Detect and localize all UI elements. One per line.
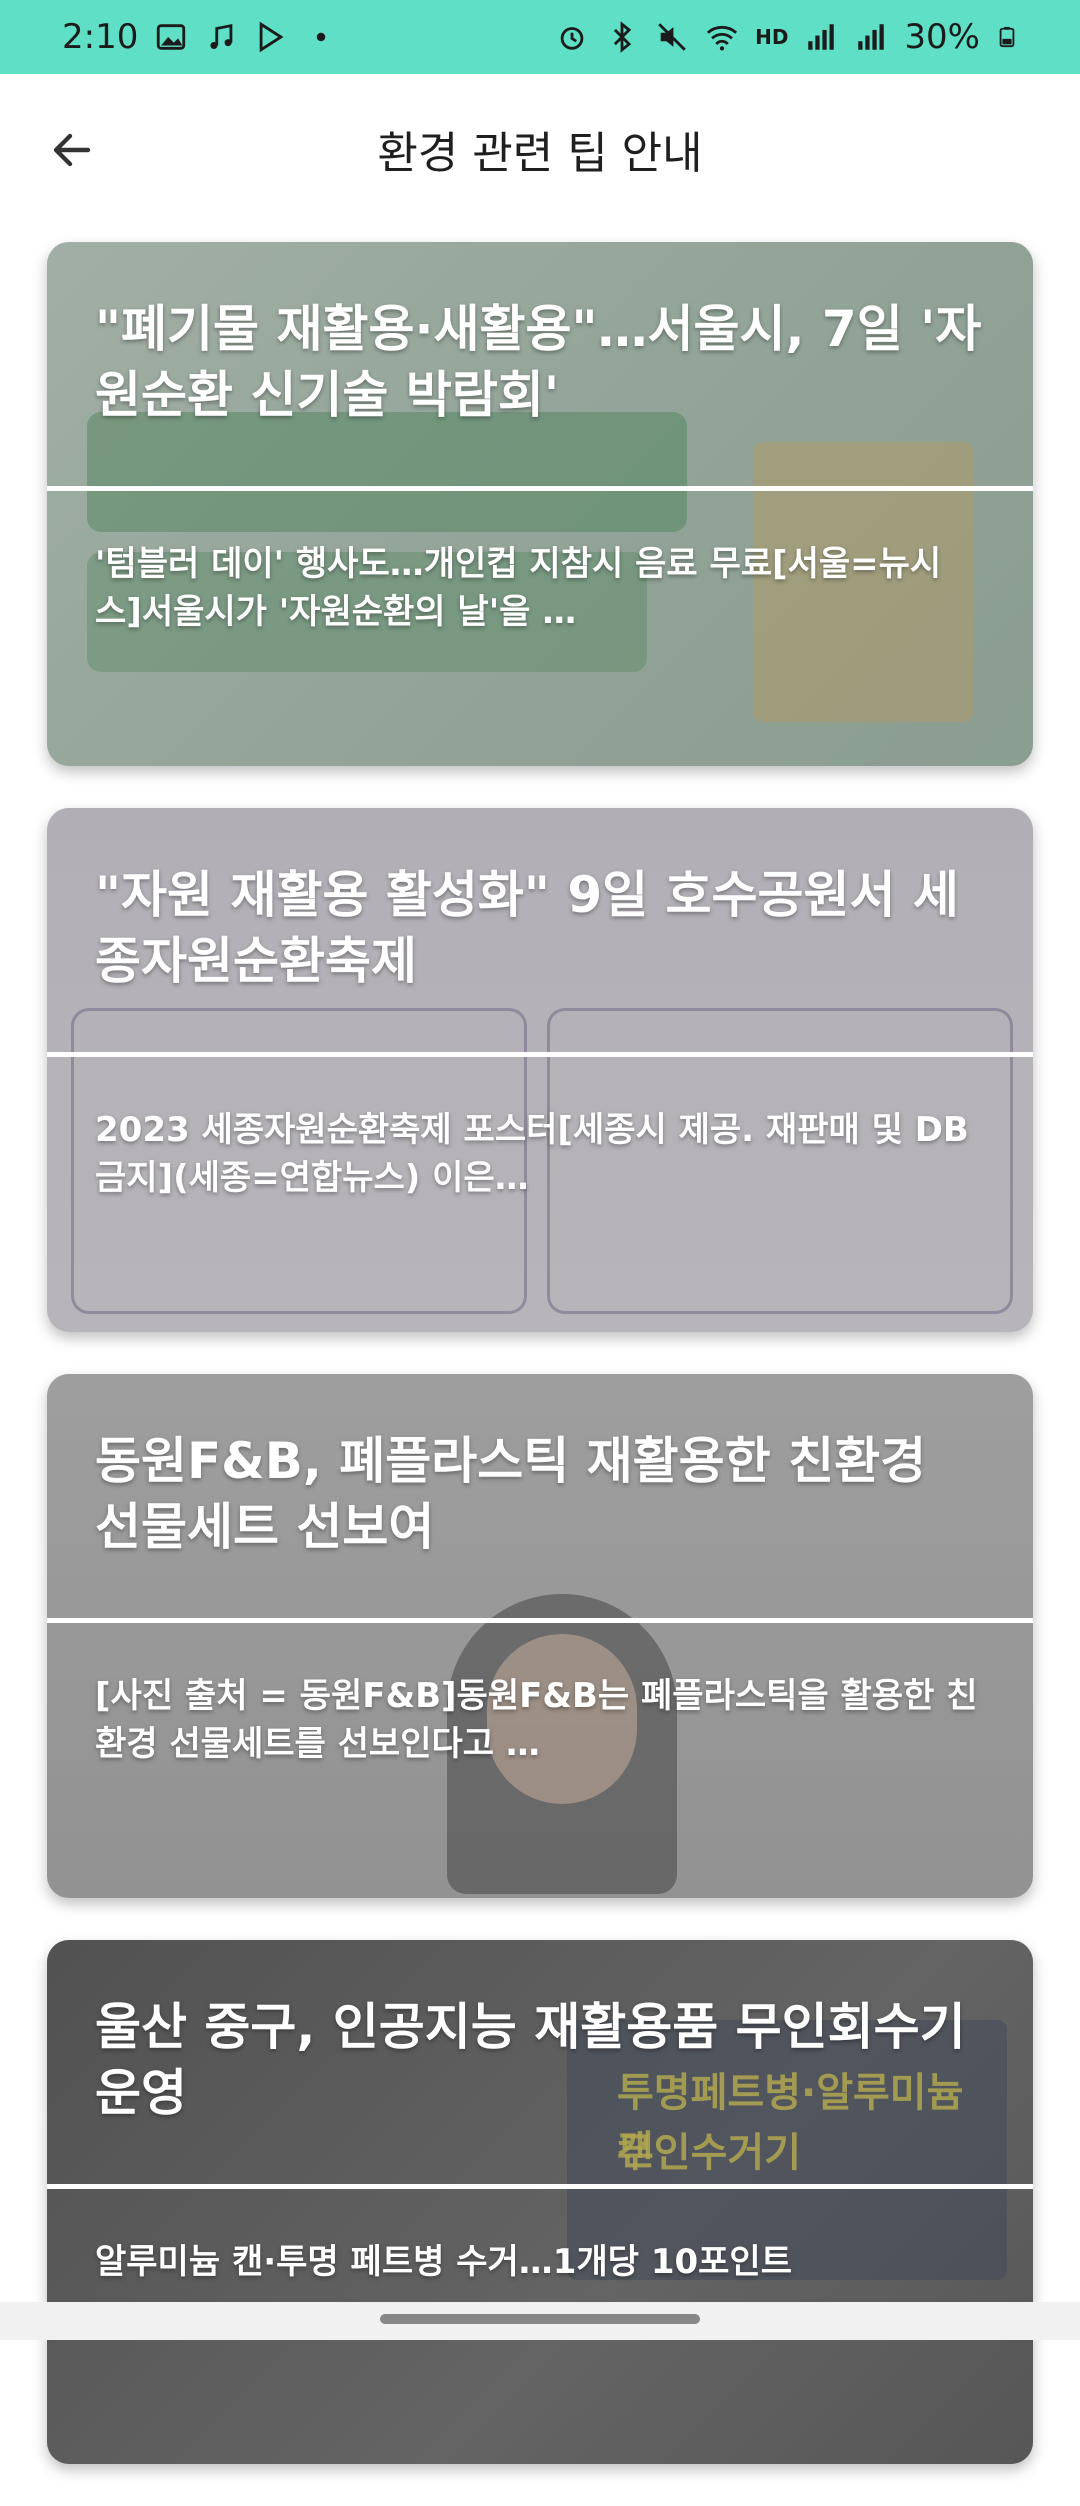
divider [47,1052,1033,1057]
article-list: "폐기물 재활용·새활용"…서울시, 7일 '자원순환 신기술 박람회' '텀블… [47,242,1033,2506]
battery-icon [999,26,1015,48]
app-bar: 환경 관련 팁 안내 [0,74,1080,224]
music-icon [210,23,233,50]
status-right: HD 30% [555,17,1018,57]
article-headline: "폐기물 재활용·새활용"…서울시, 7일 '자원순환 신기술 박람회' [95,300,982,424]
divider [47,1618,1033,1623]
mute-icon [658,23,686,51]
status-time: 2:10 [62,17,139,57]
article-headline: 동원F&B, 폐플라스틱 재활용한 친환경 선물세트 선보여 [95,1432,927,1556]
article-headline: "자원 재활용 활성화" 9일 호수공원서 세종자원순환축제 [95,866,959,990]
article-summary: '텀블러 데이' 행사도…개인컵 지참시 음료 무료[서울=뉴시스]서울시가 '… [95,544,942,632]
hd-voice-label: HD [755,25,789,49]
divider [47,2184,1033,2189]
status-left: 2:10 [62,17,338,57]
battery-percent: 30% [904,17,980,57]
signal-roaming-icon [858,24,885,50]
signal-icon [808,24,835,50]
divider [47,486,1033,491]
status-bar: 2:10 HD 30% [0,0,1080,74]
gesture-nav-bar [0,2302,1080,2340]
article-card[interactable]: "폐기물 재활용·새활용"…서울시, 7일 '자원순환 신기술 박람회' '텀블… [47,242,1033,766]
bluetooth-icon [613,21,632,53]
alarm-icon [560,27,584,50]
back-button[interactable] [40,118,104,182]
gallery-icon [157,24,186,50]
article-card[interactable]: 투명페트병·알루미늄 캔 무인수거기 울산 중구, 인공지능 재활용품 무인회수… [47,1940,1033,2464]
play-store-icon [260,21,284,53]
article-summary: 2023 세종자원순환축제 포스터[세종시 제공. 재판매 및 DB 금지](세… [95,1110,969,1198]
wifi-icon [706,25,738,51]
article-headline: 울산 중구, 인공지능 재활용품 무인회수기 운영 [95,1998,966,2122]
page-title: 환경 관련 팁 안내 [377,128,703,179]
notification-dot-icon [317,32,326,42]
article-card[interactable]: "자원 재활용 활성화" 9일 호수공원서 세종자원순환축제 2023 세종자원… [47,808,1033,1332]
article-summary: [사진 출처 = 동원F&B]동원F&B는 폐플라스틱을 활용한 친환경 선물세… [95,1676,978,1764]
home-handle[interactable] [380,2314,700,2324]
article-summary: 알루미늄 캔·투명 페트병 수거…1개당 10포인트 [95,2242,792,2282]
article-card[interactable]: 동원F&B, 폐플라스틱 재활용한 친환경 선물세트 선보여 [사진 출처 = … [47,1374,1033,1898]
back-arrow-icon [53,133,91,167]
